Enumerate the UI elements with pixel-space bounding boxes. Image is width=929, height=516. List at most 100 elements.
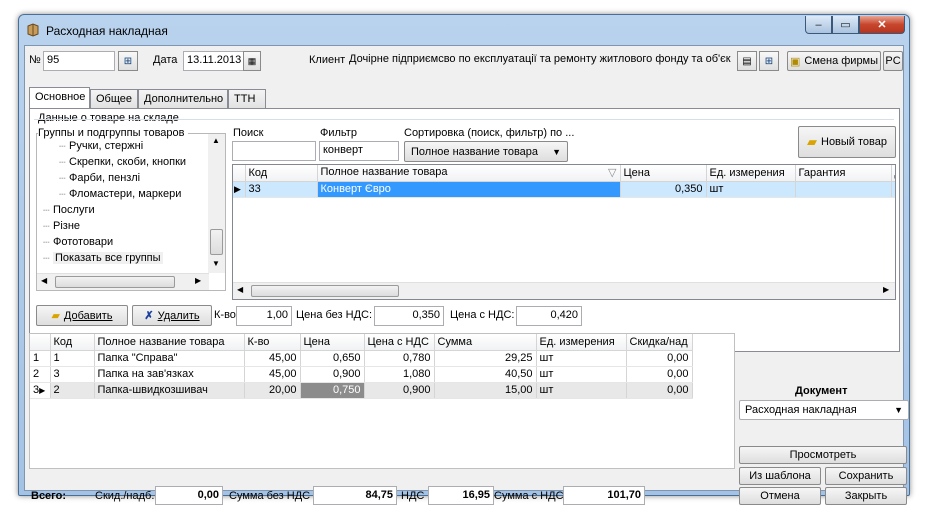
sort-select[interactable]: Полное название товара ▼ [404, 141, 568, 162]
search-input[interactable] [232, 141, 316, 161]
preview-button[interactable]: Просмотреть [739, 446, 907, 464]
new-product-button[interactable]: ▰ Новый товар [798, 126, 896, 158]
groups-title: Группы и подгруппы товаров [38, 127, 188, 139]
folder-open-icon: ▰ [51, 310, 60, 322]
number-select-button[interactable]: ⊞ [118, 51, 138, 71]
client-field[interactable]: Дочірне підприємсво по експлуатації та р… [346, 51, 736, 71]
price-vat-label: Цена с НДС: [450, 309, 515, 321]
window-title: Расходная накладная [46, 24, 168, 38]
group-tree-item[interactable]: ┄ Показать все группы [41, 252, 186, 268]
card-icon: ▤ [742, 55, 752, 67]
minimize-button[interactable]: ‒ [805, 16, 832, 34]
tab-main-label: Основное [35, 91, 86, 103]
maximize-icon: ▭ [840, 19, 851, 31]
pc-button[interactable]: PC [883, 51, 903, 71]
tab-additional-label: Дополнительно [144, 93, 224, 105]
delete-button[interactable]: ✗ Удалить [132, 305, 212, 326]
price-vat-field[interactable]: 0,420 [516, 306, 582, 326]
pc-label: PC [885, 55, 901, 67]
group-tree-item[interactable]: ┄ Ручки, стержні [41, 140, 186, 156]
tab-main[interactable]: Основное [29, 87, 90, 108]
tree-select-icon: ⊞ [123, 55, 133, 67]
document-select-value: Расходная накладная [745, 404, 857, 416]
document-select[interactable]: Расходная накладная ▼ [739, 400, 909, 420]
column-header[interactable]: Цена с НДС [364, 334, 435, 351]
cancel-button[interactable]: Отмена [739, 487, 821, 505]
total-label: Всего: [31, 490, 66, 502]
group-tree-item[interactable]: ┄ Послуги [41, 204, 186, 220]
invoice-grid-header: Код Полное название товара К-во Цена Цен… [30, 334, 693, 351]
group-tree-item[interactable]: ┄ Фломастери, маркери [41, 188, 186, 204]
date-field[interactable]: 13.11.2013 [183, 51, 243, 71]
preview-label: Просмотреть [789, 449, 857, 461]
group-tree-item[interactable]: ┄ Скрепки, скоби, кнопки [41, 156, 186, 172]
tab-ttn[interactable]: ТТН [228, 89, 266, 108]
group-tree-item[interactable]: ┄ Фарби, пензлі [41, 172, 186, 188]
scroll-down-icon: ▼ [212, 259, 220, 268]
company-icon: ▣ [789, 55, 801, 68]
client-select-button[interactable]: ⊞ [759, 51, 779, 71]
vat-label: НДС [401, 490, 425, 502]
scroll-left-icon: ◀ [41, 276, 48, 285]
invoice-grid: Код Полное название товара К-во Цена Цен… [29, 333, 735, 469]
table-row[interactable]: 3▶ 2 Папка-швидкозшивач 20,00 0,750 0,900 15,0… [30, 382, 693, 399]
price-no-vat-field[interactable]: 0,350 [374, 306, 444, 326]
document-label: Документ [795, 385, 848, 397]
from-template-button[interactable]: Из шаблона [739, 467, 821, 485]
change-company-button[interactable]: ▣ Смена фирмы [787, 51, 881, 71]
column-header[interactable]: Ед. измерения [706, 165, 796, 182]
stock-scrollbar-h[interactable]: ◀ ▶ [233, 282, 895, 299]
close-window-button[interactable]: ✕ [859, 16, 905, 34]
column-header[interactable]: Д [891, 165, 895, 182]
table-row[interactable]: ▶ 33 Конверт Євро 0,350 шт [233, 181, 895, 198]
chevron-down-icon: ▼ [894, 405, 903, 415]
stock-scroll-thumb[interactable] [251, 285, 399, 297]
calendar-button[interactable]: ▦ [243, 51, 261, 71]
tree-scrollbar-v[interactable]: ▲ ▼ [208, 134, 225, 273]
price-no-vat-label: Цена без НДС: [296, 309, 373, 321]
qty-field[interactable]: 1,00 [236, 306, 292, 326]
group-tree-item[interactable]: ┄ Різне [41, 220, 186, 236]
folder-icon: ▰ [807, 134, 817, 149]
table-row[interactable]: 1 1 Папка "Справа" 45,00 0,650 0,780 29,25 шт 0,… [30, 350, 693, 367]
sum-vat-total: 101,70 [563, 486, 645, 505]
column-header[interactable]: Полное название товара ▽ [317, 165, 621, 182]
row-number: 3▶ [30, 382, 51, 399]
column-header[interactable]: Полное название товара [94, 334, 245, 351]
client-area: № 95 ⊞ Дата 13.11.2013 ▦ Клиент Дочірне … [24, 45, 909, 505]
column-header[interactable]: Цена [620, 165, 707, 182]
column-header[interactable]: Цена [300, 334, 365, 351]
row-number: 1 [30, 350, 51, 367]
client-card-button[interactable]: ▤ [737, 51, 757, 71]
client-label: Клиент [309, 54, 346, 66]
column-header[interactable]: Код [245, 165, 318, 182]
date-label: Дата [153, 54, 178, 66]
column-header[interactable]: Ед. измерения [536, 334, 627, 351]
column-header[interactable]: Сумма [434, 334, 537, 351]
close-button[interactable]: Закрыть [825, 487, 907, 505]
tab-general[interactable]: Общее [90, 89, 138, 108]
tab-ttn-label: ТТН [234, 93, 256, 105]
close-icon: ✕ [877, 19, 887, 31]
group-tree-item[interactable]: ┄ Фототовари [41, 236, 186, 252]
tree-scrollbar-h[interactable]: ◀ ▶ [37, 273, 209, 290]
column-header[interactable]: К-во [244, 334, 301, 351]
filter-input[interactable]: конверт [319, 141, 399, 161]
table-row[interactable]: 2 3 Папка на зав'язках 45,00 0,900 1,080 40,50… [30, 366, 693, 383]
number-field[interactable]: 95 [43, 51, 115, 71]
tree-scroll-thumb-h[interactable] [55, 276, 175, 288]
title-bar[interactable]: Расходная накладная ‒ ▭ ✕ [19, 15, 909, 45]
vat-total: 16,95 [428, 486, 494, 505]
tree-scroll-thumb[interactable] [210, 229, 223, 255]
row-pointer-icon: ▶ [233, 181, 246, 198]
from-template-label: Из шаблона [749, 470, 811, 482]
tab-additional[interactable]: Дополнительно [138, 89, 228, 108]
add-button[interactable]: ▰ Добавить [36, 305, 128, 326]
maximize-button[interactable]: ▭ [832, 16, 859, 34]
scroll-left-icon: ◀ [237, 285, 244, 294]
save-button[interactable]: Сохранить [825, 467, 907, 485]
invoice-window: Расходная накладная ‒ ▭ ✕ № 95 ⊞ Дата 13… [18, 14, 910, 505]
column-header[interactable]: Скидка/над [626, 334, 693, 351]
column-header[interactable]: Гарантия [795, 165, 892, 182]
column-header[interactable]: Код [50, 334, 95, 351]
